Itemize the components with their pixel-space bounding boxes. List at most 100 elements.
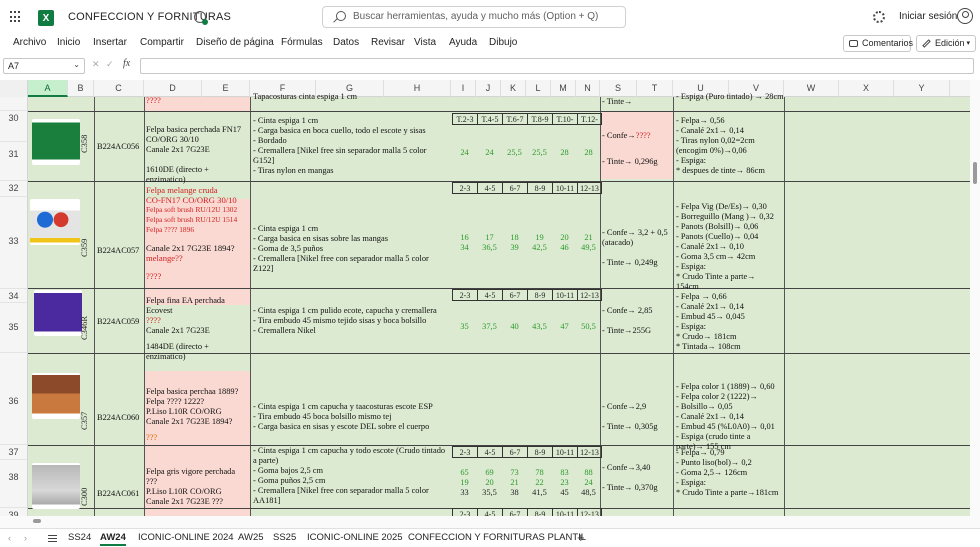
vertical-scrollbar[interactable]: [970, 80, 980, 516]
tab-ss25[interactable]: SS25: [273, 532, 296, 543]
tab-ss24[interactable]: SS24: [68, 532, 91, 543]
tab-iconic-online-2024[interactable]: ICONIC-ONLINE 2024: [138, 532, 234, 543]
menu-formulas[interactable]: Fórmulas: [281, 37, 323, 48]
row-header-32[interactable]: 32: [0, 181, 28, 197]
tab-aw25[interactable]: AW25: [238, 532, 264, 543]
size-cell: 10-11: [553, 290, 578, 300]
column-header-J[interactable]: J: [476, 80, 501, 97]
partial-u-text: - Espiga (Puro tintado) → 28cm: [676, 92, 784, 101]
qty-cell: 35,5: [482, 488, 497, 497]
qty-cell: 21: [510, 478, 519, 487]
horizontal-scrollbar[interactable]: [0, 516, 980, 528]
user-avatar-icon[interactable]: [957, 8, 973, 24]
row-header-30[interactable]: 30: [0, 111, 28, 142]
column-header-H[interactable]: H: [384, 80, 451, 97]
sign-in-link[interactable]: Iniciar sesión: [899, 11, 957, 22]
select-all-corner[interactable]: [0, 80, 28, 97]
column-header-Y[interactable]: Y: [894, 80, 950, 97]
sheet-tabs-bar: ‹ › SS24 AW24 ICONIC-ONLINE 2024 AW25 SS…: [0, 528, 980, 547]
row-header-35[interactable]: 35: [0, 303, 28, 353]
insert-function-icon[interactable]: fx: [123, 58, 130, 69]
product-code: B224AC060: [97, 413, 140, 422]
size-cell: T.8-9: [528, 114, 553, 124]
qty-cell: 25,5: [507, 148, 522, 157]
qty-cell: 35: [460, 322, 469, 331]
column-header-X[interactable]: X: [839, 80, 894, 97]
product-image-letter-jacket: [30, 199, 80, 245]
title-bar: X CONFECCION Y FORNITURAS Buscar herrami…: [0, 0, 980, 34]
menu-diseno-pagina[interactable]: Diseño de página: [196, 37, 274, 48]
vertical-scroll-thumb[interactable]: [973, 162, 977, 184]
menu-dibujo[interactable]: Dibujo: [489, 37, 517, 48]
menu-datos[interactable]: Datos: [333, 37, 359, 48]
tab-confeccion-plantil[interactable]: CONFECCION Y FORNITURAS PLANTIL: [408, 532, 586, 543]
cancel-icon[interactable]: ✕: [92, 59, 100, 70]
row-header-37[interactable]: 37: [0, 445, 28, 460]
sheet-area[interactable]: ???? Tapacosturas cinta espiga 1 cm - Ti…: [28, 92, 970, 516]
column-header-K[interactable]: K: [501, 80, 526, 97]
column-header-S[interactable]: S: [600, 80, 637, 97]
product-ref: C346R: [79, 315, 89, 340]
pencil-icon: [922, 39, 931, 48]
all-sheets-menu-icon[interactable]: [48, 535, 57, 542]
formula-input[interactable]: [140, 58, 974, 74]
qty-cell: 78: [535, 468, 544, 477]
menu-vista[interactable]: Vista: [414, 37, 436, 48]
add-sheet-icon[interactable]: +: [577, 530, 585, 545]
editing-mode-button[interactable]: Edición ▾: [916, 35, 976, 52]
row-band: [28, 97, 970, 112]
prev-sheet-icon[interactable]: ‹: [8, 533, 11, 543]
partial-s-text: - Tinte→: [602, 97, 633, 106]
row-header-29[interactable]: [0, 97, 28, 111]
column-header-I[interactable]: I: [451, 80, 476, 97]
comments-button[interactable]: Comentarios: [843, 35, 913, 52]
row-header-36[interactable]: 36: [0, 353, 28, 445]
qty-cell: 28: [560, 148, 569, 157]
column-header-N[interactable]: N: [576, 80, 600, 97]
menu-insertar[interactable]: Insertar: [93, 37, 127, 48]
size-table: 2-3 4-5 6-7 8-9 10-11 12-13: [452, 446, 602, 458]
qty-cell: 19: [535, 233, 544, 242]
fabric-desc: Felpa basica perchaa 1889? Felpa ???? 122…: [146, 387, 239, 442]
qty-cell: 47: [560, 322, 569, 331]
fabric-desc: Felpa melange cruda CO-FN17 CO/ORG 30/10 …: [146, 185, 238, 281]
search-box[interactable]: Buscar herramientas, ayuda y mucho más (…: [322, 6, 626, 28]
name-box[interactable]: A7 ⌄: [3, 58, 85, 74]
column-header-D[interactable]: D: [144, 80, 202, 97]
column-header-M[interactable]: M: [551, 80, 576, 97]
horizontal-scroll-thumb[interactable]: [33, 519, 41, 523]
menu-ayuda[interactable]: Ayuda: [449, 37, 477, 48]
row-header-38[interactable]: 38: [0, 460, 28, 508]
next-sheet-icon[interactable]: ›: [24, 533, 27, 543]
menu-compartir[interactable]: Compartir: [140, 37, 184, 48]
menu-inicio[interactable]: Inicio: [57, 37, 80, 48]
product-ref: C357: [79, 411, 89, 430]
column-header-B[interactable]: B: [68, 80, 94, 97]
row-header-34[interactable]: 34: [0, 289, 28, 303]
column-header-C[interactable]: C: [94, 80, 144, 97]
trims-desc: - Cinta espiga 1 cm pulido ecote, capuch…: [253, 306, 437, 335]
column-header-T[interactable]: T: [637, 80, 673, 97]
settings-gear-icon[interactable]: [873, 11, 885, 23]
column-header-A[interactable]: A: [28, 80, 68, 97]
row-header-33[interactable]: 33: [0, 197, 28, 289]
row-header-39[interactable]: 39: [0, 508, 28, 516]
size-cell: 8-9: [528, 447, 553, 457]
saved-status-icon[interactable]: [194, 11, 208, 25]
app-launcher-icon[interactable]: [10, 11, 22, 23]
tab-aw24[interactable]: AW24: [100, 532, 126, 546]
partial-f-text: Tapacosturas cinta espiga 1 cm: [253, 92, 358, 101]
menu-archivo[interactable]: Archivo: [13, 37, 46, 48]
size-cell: 2-3: [453, 509, 478, 516]
column-header-W[interactable]: W: [784, 80, 839, 97]
consumption-notes: - Felpa→ 0,79- Punto liso(bol)→ 0,2- Gom…: [676, 448, 779, 497]
product-image-grey-jacket: [32, 463, 80, 509]
column-header-E[interactable]: E: [202, 80, 250, 97]
tab-iconic-online-2025[interactable]: ICONIC-ONLINE 2025: [307, 532, 403, 543]
row-header-31[interactable]: 31: [0, 142, 28, 181]
qty-cell: 17: [485, 233, 494, 242]
enter-icon[interactable]: ✓: [106, 59, 114, 70]
column-header-L[interactable]: L: [526, 80, 551, 97]
menu-revisar[interactable]: Revisar: [371, 37, 405, 48]
size-cell: 4-5: [478, 509, 503, 516]
